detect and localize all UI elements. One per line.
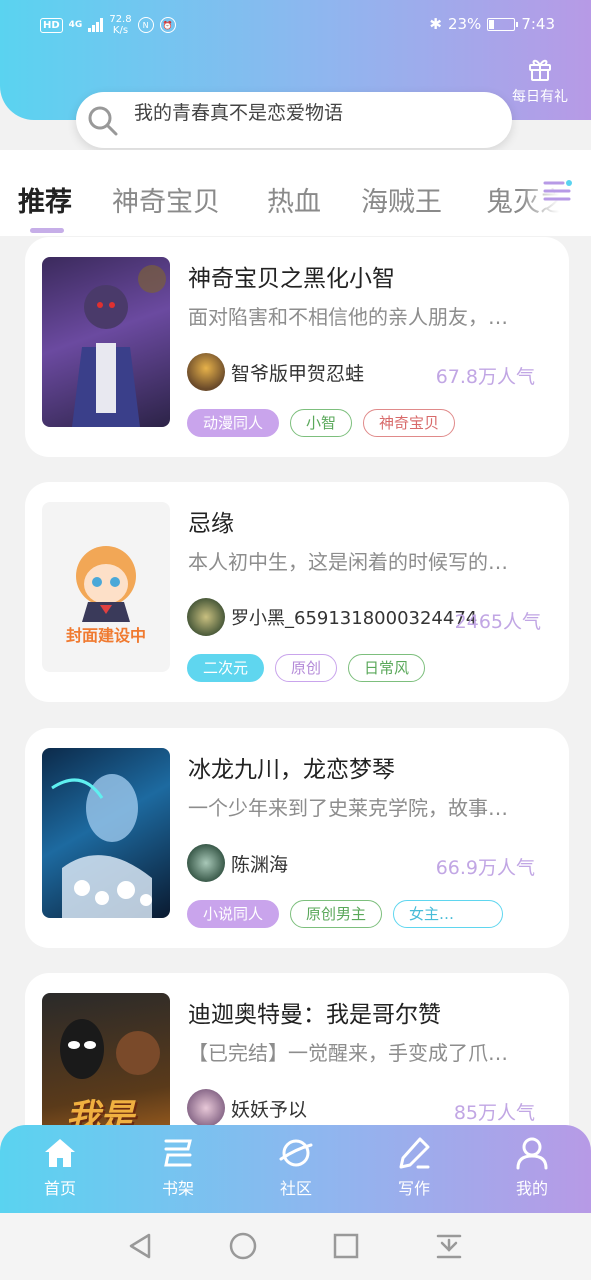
back-icon[interactable]: [126, 1231, 156, 1261]
tab-indicator: [30, 228, 64, 233]
notification-pull-icon[interactable]: [434, 1231, 464, 1261]
clock: 7:43: [521, 15, 555, 33]
home-circle-icon[interactable]: [228, 1231, 258, 1261]
avatar: [187, 353, 225, 391]
daily-gift-button[interactable]: 每日有礼: [505, 56, 575, 106]
home-icon: [45, 1139, 75, 1167]
nav-bookshelf-label: 书架: [161, 1179, 194, 1198]
tag-list: 小说同人 原创男主 女主…: [187, 900, 504, 928]
alarm-icon: ⏰: [159, 17, 176, 33]
bookshelf-icon: [164, 1139, 192, 1167]
book-card[interactable]: 神奇宝贝之黑化小智 面对陷害和不相信他的亲人朋友，… 智爷版甲贺忍蛙 67.8万…: [25, 237, 569, 457]
bottom-nav: 首页 书架 社区 写作 我的: [0, 1125, 591, 1213]
nav-community-label: 社区: [279, 1179, 312, 1198]
tab-pokemon[interactable]: 神奇宝贝: [112, 180, 220, 219]
category-tabs: 推荐 神奇宝贝 热血 海贼王 鬼灭之刃: [0, 150, 591, 236]
author-name: 罗小黑_6591318000324474: [231, 608, 478, 629]
book-title: 迪迦奥特曼：我是哥尔赞: [188, 1002, 441, 1028]
battery-percent: 23%: [447, 15, 482, 33]
user-icon: [516, 1137, 548, 1170]
nav-me[interactable]: 我的: [492, 1135, 572, 1199]
author-name: 智爷版甲贺忍蛙: [231, 362, 365, 385]
network-speed: 72.8 K/s: [109, 14, 132, 36]
book-cover: [42, 748, 170, 918]
hd-badge: HD: [40, 17, 63, 33]
popularity: 2465人气: [454, 611, 541, 633]
book-author[interactable]: 陈渊海: [187, 844, 288, 882]
tag[interactable]: 小智: [290, 409, 353, 437]
search-bar[interactable]: 我的青春真不是恋爱物语: [76, 92, 512, 148]
tab-hot-blood[interactable]: 热血: [267, 180, 321, 219]
battery-icon: [487, 17, 519, 31]
tag[interactable]: 动漫同人: [187, 409, 280, 437]
book-card[interactable]: 冰龙九川，龙恋梦琴 一个少年来到了史莱克学院，故事… 陈渊海 66.9万人气 小…: [25, 728, 569, 948]
nav-me-label: 我的: [515, 1179, 548, 1198]
book-title: 神奇宝贝之黑化小智: [188, 266, 395, 292]
recents-icon[interactable]: [331, 1231, 361, 1261]
tag-list: 二次元 原创 日常风: [187, 654, 426, 682]
book-title: 忌缘: [188, 511, 234, 537]
avatar: [187, 844, 225, 882]
tag[interactable]: 日常风: [348, 654, 426, 682]
nav-write[interactable]: 写作: [374, 1135, 454, 1199]
tag[interactable]: 原创: [275, 654, 338, 682]
signal-icon: [88, 18, 104, 32]
book-card[interactable]: 封面建设中 忌缘 本人初中生，这是闲着的时候写的… 罗小黑_6591318000…: [25, 482, 569, 702]
nav-write-label: 写作: [397, 1179, 430, 1198]
planet-icon: [279, 1139, 313, 1167]
book-author[interactable]: 妖妖予以: [187, 1089, 307, 1127]
book-cover: 封面建设中: [42, 502, 170, 672]
nav-community[interactable]: 社区: [256, 1135, 336, 1199]
author-name: 陈渊海: [231, 853, 289, 876]
tab-one-piece[interactable]: 海贼王: [361, 180, 442, 219]
book-author[interactable]: 罗小黑_6591318000324474: [187, 598, 477, 636]
nav-home[interactable]: 首页: [20, 1135, 100, 1199]
author-name: 妖妖予以: [231, 1098, 308, 1121]
tag[interactable]: 原创男主: [290, 900, 383, 928]
system-nav-bar: [0, 1213, 591, 1280]
avatar: [187, 598, 225, 636]
nav-home-label: 首页: [43, 1179, 76, 1198]
tabs-menu-icon[interactable]: [543, 178, 573, 204]
search-placeholder: 我的青春真不是恋爱物语: [134, 102, 344, 124]
avatar: [187, 1089, 225, 1127]
bluetooth-icon: ✱: [429, 15, 442, 33]
book-desc: 面对陷害和不相信他的亲人朋友，…: [188, 305, 508, 329]
nfc-icon: N: [137, 17, 154, 33]
tag-list: 动漫同人 小智 神奇宝贝: [187, 409, 456, 437]
tag[interactable]: 小说同人: [187, 900, 280, 928]
popularity: 66.9万人气: [435, 857, 535, 879]
popularity: 67.8万人气: [435, 366, 535, 388]
tag[interactable]: 二次元: [187, 654, 265, 682]
book-desc: 一个少年来到了史莱克学院，故事…: [188, 796, 508, 820]
search-icon: [88, 106, 118, 136]
tag[interactable]: 神奇宝贝: [363, 409, 456, 437]
tab-recommend[interactable]: 推荐: [18, 180, 72, 219]
book-author[interactable]: 智爷版甲贺忍蛙: [187, 353, 364, 391]
pen-icon: [399, 1137, 430, 1169]
status-bar: HD 4G 72.8 K/s N ⏰ ✱ 23% 7:43: [0, 10, 591, 40]
nav-bookshelf[interactable]: 书架: [138, 1135, 218, 1199]
cover-placeholder-text: 封面建设中: [65, 626, 146, 645]
gift-icon: [529, 59, 551, 81]
book-desc: 本人初中生，这是闲着的时候写的…: [188, 550, 508, 574]
tag[interactable]: 女主…: [393, 900, 504, 928]
network-type: 4G: [68, 20, 83, 30]
popularity: 85万人气: [453, 1102, 535, 1124]
book-desc: 【已完结】一觉醒来，手变成了爪…: [188, 1041, 508, 1065]
daily-gift-label: 每日有礼: [512, 89, 568, 105]
book-title: 冰龙九川，龙恋梦琴: [188, 757, 395, 783]
book-cover: [42, 257, 170, 427]
